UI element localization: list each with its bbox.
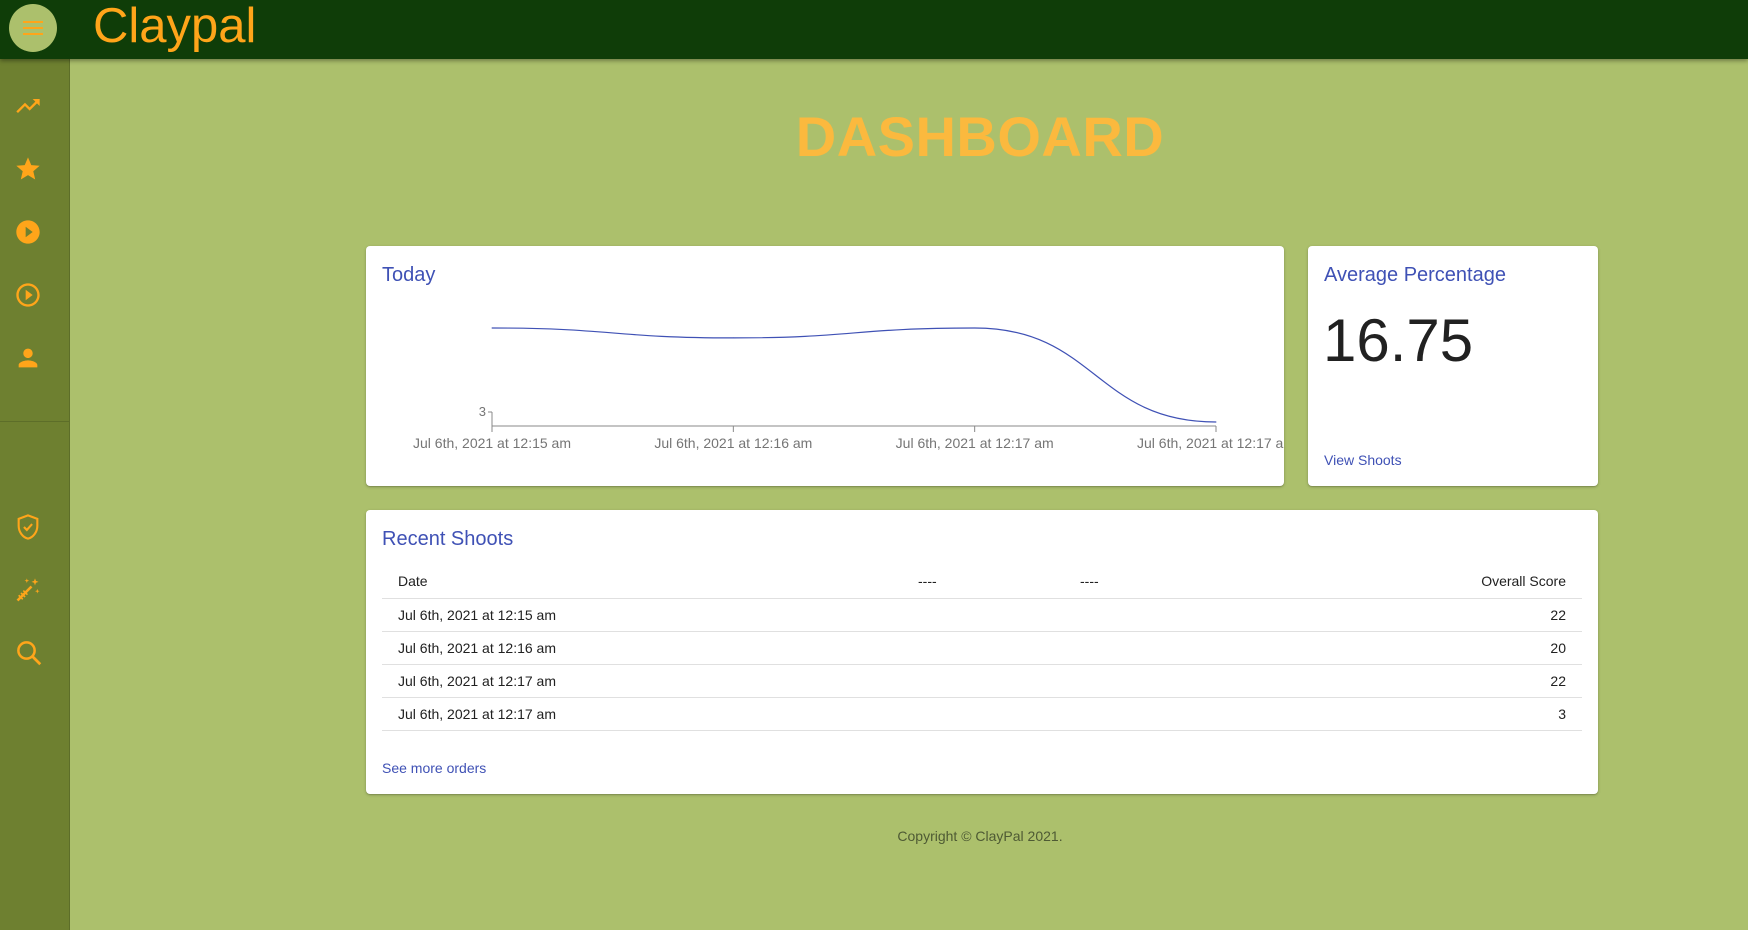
row-cell-blank [1064,664,1264,698]
table-row: Jul 6th, 2021 at 12:16 am 20 [382,631,1582,665]
side-drawer [0,59,70,930]
recent-shoots-title: Recent Shoots [382,528,514,550]
row-date: Jul 6th, 2021 at 12:15 am [382,598,902,632]
row-cell-blank [902,697,1064,731]
row-date: Jul 6th, 2021 at 12:16 am [382,631,902,665]
magic-wand-icon [16,578,40,602]
nav-item-verified[interactable] [0,503,70,551]
today-chart-card: Today 3 Jul 6th, 2021 at 12:15 am Jul 6th,… [366,246,1284,486]
series-line [491,327,1217,423]
row-score: 22 [1264,598,1582,632]
search-icon [17,641,42,666]
table-header-row: Date ---- ---- Overall Score [382,564,1582,599]
nav-item-play[interactable] [0,208,70,256]
row-cell-blank [902,664,1064,698]
average-percentage-card: Average Percentage 16.75 View Shoots [1308,246,1598,486]
nav-item-magic[interactable] [0,566,70,614]
row-score: 3 [1264,697,1582,731]
nav-item-search[interactable] [0,629,70,677]
row-date: Jul 6th, 2021 at 12:17 am [382,697,902,731]
table-row: Jul 6th, 2021 at 12:15 am 22 [382,598,1582,632]
play-circle-filled-icon [16,220,40,244]
verified-shield-icon [17,514,39,540]
menu-icon [23,21,43,35]
row-cell-blank [902,598,1064,632]
page-title: DASHBOARD [795,105,1165,168]
copyright-text: Copyright © ClayPal 2021. [897,828,1063,844]
column-header-blank-2: ---- [1064,564,1264,599]
data-point [974,327,976,329]
see-more-orders-link[interactable]: See more orders [382,760,486,776]
trending-up-icon [16,99,40,113]
y-tick-label: 3 [479,404,486,419]
row-score: 20 [1264,631,1582,665]
data-point [491,327,493,329]
column-header-score: Overall Score [1264,564,1582,599]
average-card-title: Average Percentage [1324,264,1506,286]
today-line-chart: 3 Jul 6th, 2021 at 12:15 am Jul 6th, 2021 … [413,327,1284,451]
nav-item-play-outline[interactable] [0,271,70,319]
nav-item-profile[interactable] [0,334,70,382]
row-cell-blank [1064,598,1264,632]
x-tick-label: Jul 6th, 2021 at 12:17 am [1137,435,1284,451]
data-point [732,337,734,339]
row-score: 22 [1264,664,1582,698]
view-shoots-link[interactable]: View Shoots [1324,452,1402,468]
x-tick-label: Jul 6th, 2021 at 12:17 am [896,435,1054,451]
person-icon [18,348,38,368]
row-cell-blank [1064,697,1264,731]
recent-shoots-card: Recent Shoots Date ---- ---- Overall Sco… [366,510,1598,794]
table-row: Jul 6th, 2021 at 12:17 am 3 [382,697,1582,731]
data-point [1215,421,1217,423]
column-header-date: Date [382,564,902,599]
table-row: Jul 6th, 2021 at 12:17 am 22 [382,664,1582,698]
nav-item-favorites[interactable] [0,145,70,193]
average-value: 16.75 [1323,307,1474,374]
menu-button[interactable] [9,4,57,52]
app-bar: Claypal [0,0,1748,59]
x-tick-label: Jul 6th, 2021 at 12:16 am [654,435,812,451]
row-cell-blank [902,631,1064,665]
column-header-blank-1: ---- [902,564,1064,599]
drawer-divider [0,421,70,422]
x-tick-label: Jul 6th, 2021 at 12:15 am [413,435,571,451]
star-icon [16,157,40,180]
row-cell-blank [1064,631,1264,665]
nav-item-trends[interactable] [0,82,70,130]
play-circle-outline-icon [16,283,40,307]
recent-shoots-table: Date ---- ---- Overall Score Jul 6th, 20… [382,564,1582,731]
row-date: Jul 6th, 2021 at 12:17 am [382,664,902,698]
app-title: Claypal [93,0,257,53]
